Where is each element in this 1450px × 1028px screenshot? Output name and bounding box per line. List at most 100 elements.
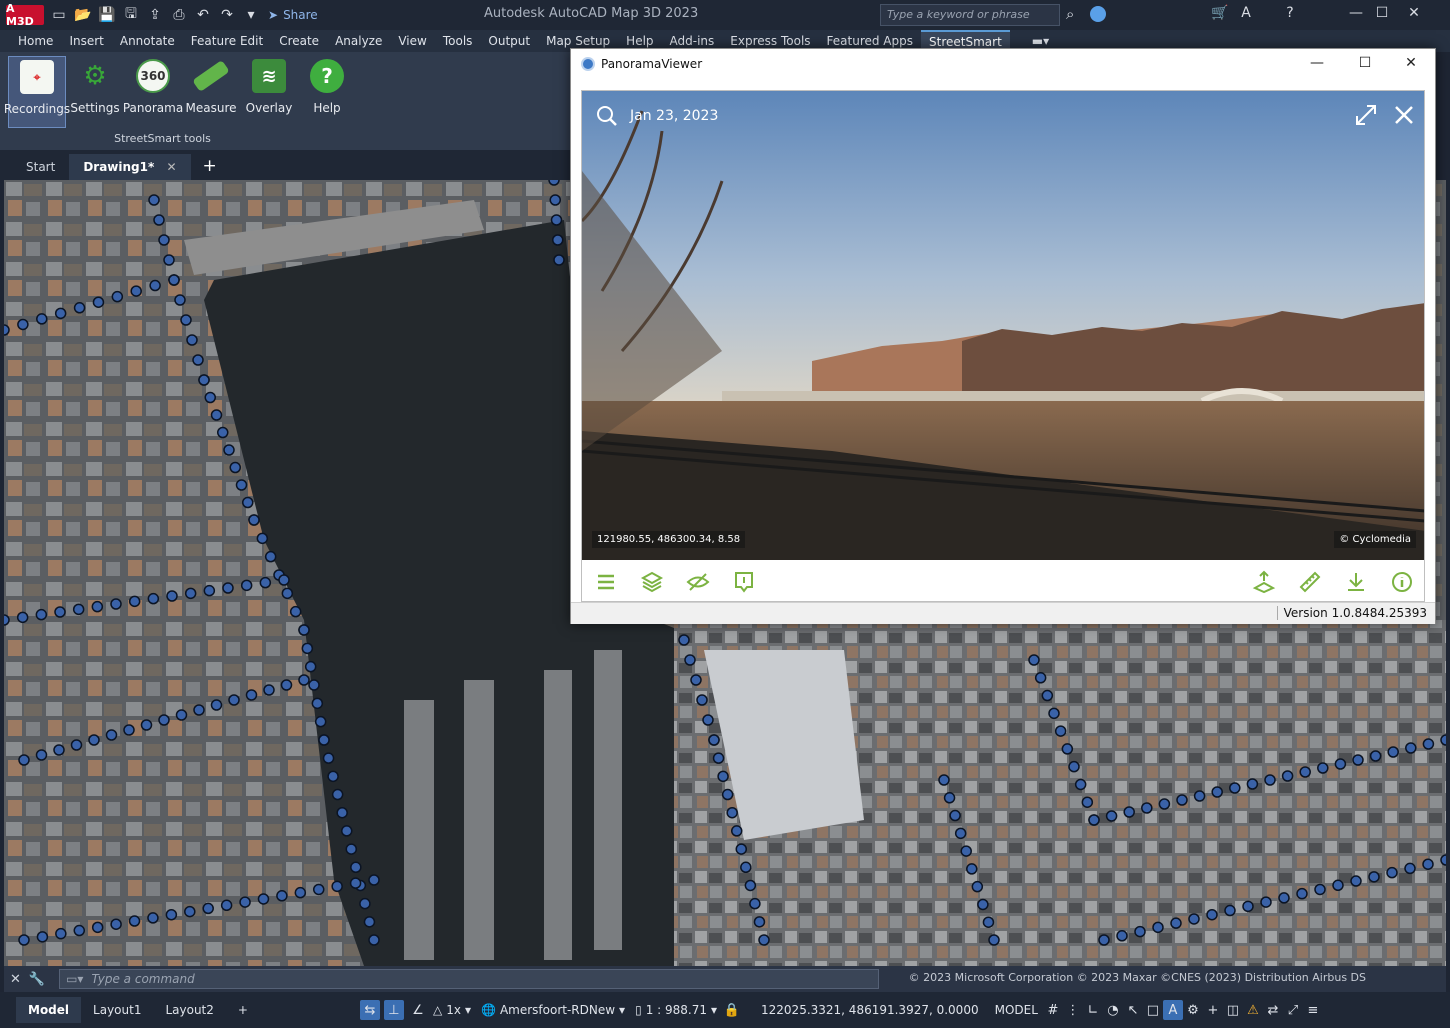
recording-point[interactable] bbox=[340, 825, 353, 837]
recording-point[interactable] bbox=[186, 334, 198, 346]
recording-point[interactable] bbox=[1041, 689, 1054, 702]
recording-point[interactable] bbox=[242, 496, 254, 509]
recording-point[interactable] bbox=[318, 734, 330, 746]
restore-icon[interactable]: ☐ bbox=[1372, 5, 1392, 25]
autodesk-app-icon[interactable]: A bbox=[1236, 5, 1256, 25]
recording-point[interactable] bbox=[1224, 904, 1236, 917]
snap-icon[interactable]: ⋮ bbox=[1063, 1000, 1083, 1020]
scale-dropdown[interactable]: ▯ 1 : 988.71 ▾ bbox=[630, 1003, 722, 1017]
recording-point[interactable] bbox=[678, 634, 690, 646]
measure-ruler-icon[interactable] bbox=[1298, 570, 1322, 594]
overlay-button[interactable]: ≋ Overlay bbox=[240, 56, 298, 128]
recording-point[interactable] bbox=[749, 897, 761, 910]
recording-point[interactable] bbox=[311, 697, 324, 710]
recording-point[interactable] bbox=[735, 843, 748, 855]
quick-access-dropdown-icon[interactable]: ▾ bbox=[242, 6, 260, 24]
recording-point[interactable] bbox=[128, 915, 141, 927]
tab-insert[interactable]: Insert bbox=[61, 30, 111, 52]
recording-point[interactable] bbox=[349, 877, 362, 889]
close-icon[interactable] bbox=[1392, 103, 1416, 127]
recording-point[interactable] bbox=[312, 883, 325, 896]
measure-button[interactable]: Measure bbox=[182, 56, 240, 128]
tab-model[interactable]: Model bbox=[16, 997, 82, 1023]
recording-point[interactable] bbox=[1116, 930, 1128, 942]
isolate-icon[interactable]: ⇄ bbox=[1263, 1000, 1283, 1020]
recording-point[interactable] bbox=[1170, 917, 1182, 929]
recording-point[interactable] bbox=[553, 254, 565, 266]
tab-drawing1[interactable]: Drawing1* ✕ bbox=[69, 154, 191, 180]
customize-icon[interactable]: ≡ bbox=[1303, 1000, 1323, 1020]
recording-point[interactable] bbox=[147, 592, 160, 605]
command-input[interactable]: ▭▾ Type a command bbox=[59, 969, 880, 989]
recording-point[interactable] bbox=[210, 699, 223, 711]
recording-point[interactable] bbox=[130, 285, 142, 297]
close-icon[interactable]: ✕ bbox=[1401, 55, 1421, 73]
recording-point[interactable] bbox=[938, 774, 950, 786]
recording-point[interactable] bbox=[193, 704, 205, 716]
recording-point[interactable] bbox=[158, 234, 170, 246]
recording-point[interactable] bbox=[1105, 810, 1118, 822]
recording-point[interactable] bbox=[301, 642, 314, 655]
recording-point[interactable] bbox=[708, 734, 720, 746]
app-menu-button[interactable]: A M3D bbox=[6, 2, 44, 28]
lock-icon[interactable]: 🔒 bbox=[722, 1000, 742, 1020]
recording-point[interactable] bbox=[971, 880, 984, 893]
minimize-icon[interactable]: — bbox=[1346, 5, 1366, 25]
recording-point[interactable] bbox=[753, 916, 766, 928]
recording-point[interactable] bbox=[276, 890, 288, 902]
zoom-icon[interactable] bbox=[596, 105, 618, 127]
polar-icon[interactable]: ◔ bbox=[1103, 1000, 1123, 1020]
grid-snap-icon[interactable]: ⊥ bbox=[383, 1000, 404, 1020]
minimize-icon[interactable]: — bbox=[1307, 55, 1327, 73]
warning-icon[interactable]: ⚠ bbox=[1243, 1000, 1263, 1020]
recording-point[interactable] bbox=[110, 918, 122, 930]
recording-point[interactable] bbox=[1152, 921, 1164, 934]
recording-point[interactable] bbox=[1206, 908, 1218, 921]
search-input[interactable]: Type a keyword or phrase bbox=[880, 4, 1060, 26]
recording-point[interactable] bbox=[175, 709, 188, 721]
recording-point[interactable] bbox=[73, 302, 86, 314]
share-button[interactable]: ➤ Share bbox=[268, 8, 318, 22]
recording-point[interactable] bbox=[217, 426, 229, 439]
recording-point[interactable] bbox=[92, 296, 105, 308]
recording-point[interactable] bbox=[54, 307, 67, 320]
recording-point[interactable] bbox=[721, 788, 734, 801]
recording-point[interactable] bbox=[1158, 798, 1171, 810]
recording-point[interactable] bbox=[36, 931, 49, 943]
maximize-icon[interactable]: ☐ bbox=[1355, 55, 1375, 73]
recording-point[interactable] bbox=[184, 905, 196, 918]
osnap-icon[interactable]: □ bbox=[1143, 1000, 1163, 1020]
recording-point[interactable] bbox=[1422, 738, 1435, 750]
recording-point[interactable] bbox=[203, 584, 216, 597]
recording-point[interactable] bbox=[140, 719, 153, 731]
recordings-button[interactable]: ⌖ Recordings bbox=[4, 56, 70, 128]
recording-point[interactable] bbox=[368, 934, 380, 946]
recording-point[interactable] bbox=[331, 788, 344, 801]
recording-point[interactable] bbox=[174, 294, 186, 306]
recording-point[interactable] bbox=[257, 893, 270, 905]
recording-point[interactable] bbox=[123, 724, 135, 736]
recording-point[interactable] bbox=[314, 715, 327, 728]
recording-point[interactable] bbox=[54, 606, 66, 618]
redo-icon[interactable]: ↷ bbox=[218, 6, 236, 24]
recording-point[interactable] bbox=[345, 843, 358, 855]
recording-point[interactable] bbox=[1299, 766, 1311, 778]
recording-point[interactable] bbox=[1260, 896, 1272, 908]
isodraft-icon[interactable]: ↖ bbox=[1123, 1000, 1143, 1020]
recording-point[interactable] bbox=[1242, 900, 1254, 913]
tab-view[interactable]: View bbox=[390, 30, 434, 52]
recording-point[interactable] bbox=[1211, 786, 1223, 798]
recording-point[interactable] bbox=[1422, 858, 1434, 870]
recording-point[interactable] bbox=[1229, 782, 1241, 794]
recording-point[interactable] bbox=[184, 587, 197, 600]
recording-point[interactable] bbox=[1176, 794, 1188, 806]
recording-point[interactable] bbox=[210, 409, 223, 421]
recording-point[interactable] bbox=[153, 214, 165, 226]
recording-point[interactable] bbox=[72, 603, 85, 616]
recording-point[interactable] bbox=[105, 729, 118, 741]
recording-point[interactable] bbox=[322, 752, 335, 764]
recording-point[interactable] bbox=[1352, 754, 1364, 766]
panorama-title-bar[interactable]: PanoramaViewer — ☐ ✕ bbox=[571, 49, 1435, 79]
tab-create[interactable]: Create bbox=[271, 30, 327, 52]
visibility-off-icon[interactable] bbox=[686, 570, 710, 594]
